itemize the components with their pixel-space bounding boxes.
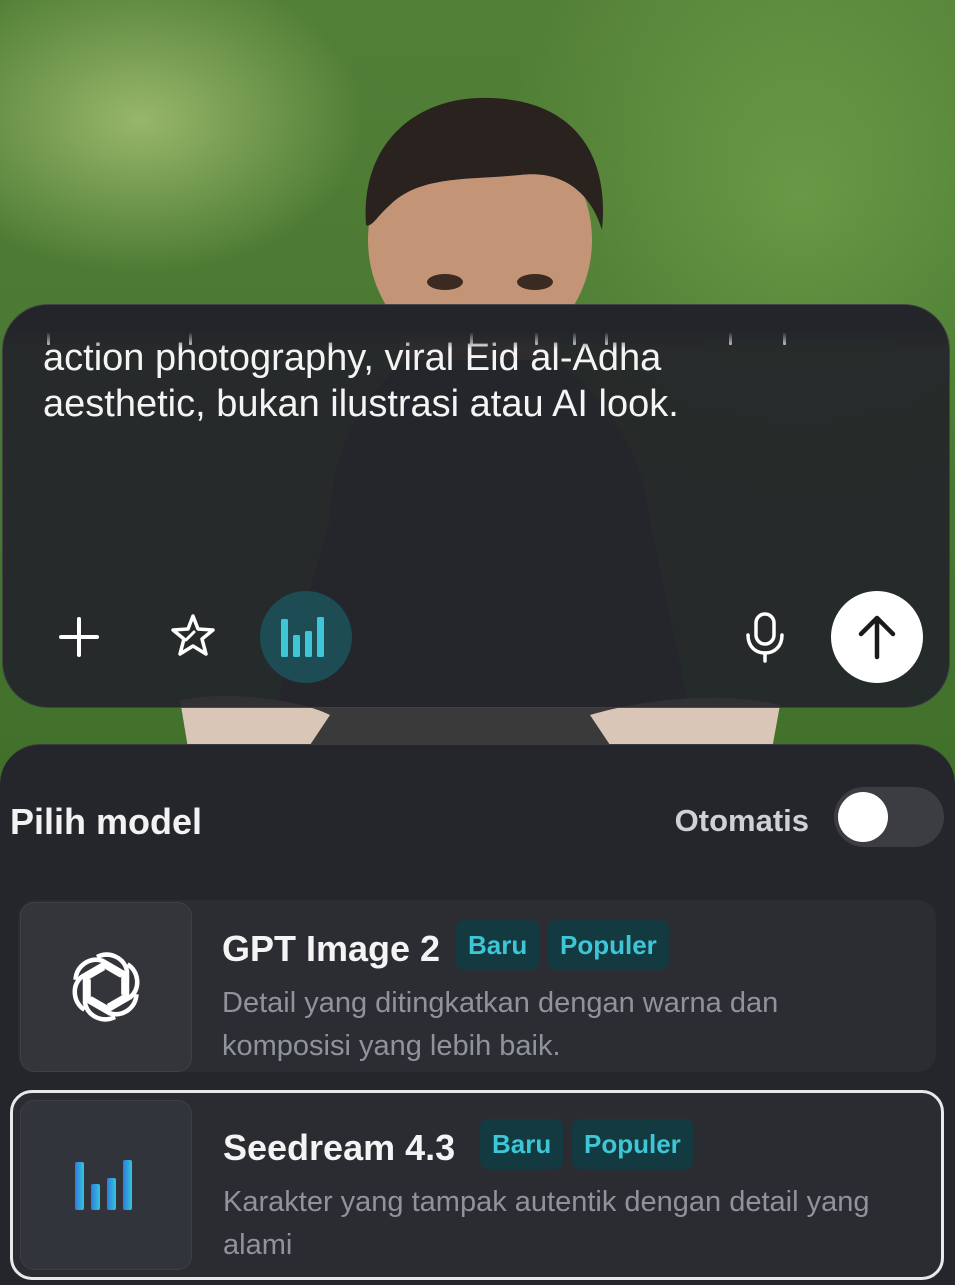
toggle-knob: [838, 792, 888, 842]
model-icon-tile: [20, 902, 192, 1072]
sparkle-star-icon: [171, 614, 215, 656]
auto-mode-toggle[interactable]: [834, 787, 944, 847]
prompt-card: action photography, viral Eid al-Adha ae…: [2, 304, 950, 708]
add-attachment-button[interactable]: [33, 591, 125, 683]
scroll-fade: [3, 305, 949, 349]
model-name: Seedream 4.3: [223, 1127, 456, 1168]
arrow-up-icon: [858, 615, 896, 660]
enhance-prompt-button[interactable]: [147, 591, 239, 683]
auto-mode-label: Otomatis: [674, 803, 809, 838]
seedream-bars-icon: [281, 617, 324, 657]
voice-input-button[interactable]: [719, 591, 811, 683]
model-option-seedream-4-3[interactable]: Seedream 4.3 Baru Populer Karakter yang …: [10, 1090, 944, 1280]
model-select-button[interactable]: [260, 591, 352, 683]
badge-new: Baru: [480, 1119, 564, 1169]
model-option-gpt-image-2[interactable]: GPT Image 2 Baru Populer Detail yang dit…: [18, 900, 936, 1072]
model-description: Karakter yang tampak autentik dengan det…: [223, 1186, 870, 1261]
plus-icon: [59, 617, 99, 657]
badge-new: Baru: [456, 920, 540, 970]
openai-logo-icon: [72, 952, 140, 1022]
badge-popular: Populer: [548, 920, 669, 970]
microphone-icon: [746, 612, 784, 663]
model-picker-title: Pilih model: [10, 801, 203, 842]
seedream-logo-icon: [75, 1160, 132, 1210]
send-button[interactable]: [831, 591, 923, 683]
model-description: Detail yang ditingkatkan dengan warna da…: [222, 987, 779, 1062]
model-picker-sheet: Pilih model Otomatis GPT Image 2 Baru Po…: [0, 744, 955, 1285]
badge-popular: Populer: [572, 1119, 693, 1169]
model-icon-tile: [20, 1100, 192, 1270]
model-name: GPT Image 2: [222, 928, 441, 969]
